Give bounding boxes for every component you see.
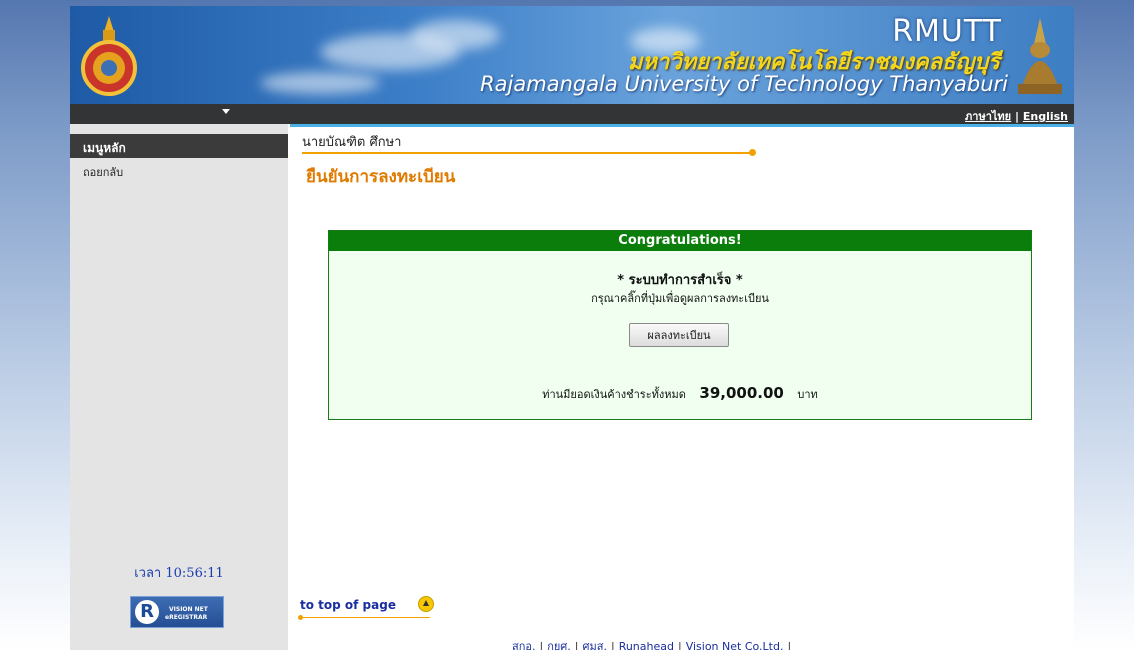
lang-thai-link[interactable]: ภาษาไทย — [965, 110, 1011, 123]
outstanding-balance: ท่านมียอดเงินค้างชำระทั้งหมด 39,000.00 บ… — [329, 384, 1031, 403]
clock-label: เวลา — [134, 566, 162, 581]
sidebar: เมนูหลัก ถอยกลับ เวลา 10:56:11 R VISION … — [70, 124, 288, 650]
crown-emblem-icon — [1018, 18, 1062, 94]
clock: เวลา 10:56:11 — [70, 562, 288, 583]
balance-label: ท่านมียอดเงินค้างชำระทั้งหมด — [542, 388, 686, 401]
language-switcher: ภาษาไทย | English — [965, 107, 1068, 125]
footer-link[interactable]: กยศ. — [547, 640, 571, 650]
panel-header: Congratulations! — [329, 231, 1031, 251]
footer-separator: | — [574, 640, 579, 650]
footer-separator: | — [787, 640, 792, 650]
vision-net-r-icon: R — [135, 600, 159, 624]
university-english-name: Rajamangala University of Technology Tha… — [480, 72, 1008, 96]
footer-links: สกอ. | กยศ. | ศมส. | Runahead | Vision Net Co.Lt… — [512, 637, 795, 650]
main-content: นายบัณฑิต ศึกษา ยืนยันการลงทะเบียน Congr… — [288, 127, 1074, 650]
dropdown-arrow-icon[interactable] — [222, 109, 230, 114]
cloud-decoration — [260, 72, 380, 94]
footer-link[interactable]: สกอ. — [512, 640, 535, 650]
university-banner: RMUTT มหาวิทยาลัยเทคโนโลยีราชมงคลธัญบุรี… — [70, 6, 1074, 104]
name-underline-dot — [749, 149, 756, 156]
vision-net-logo[interactable]: R VISION NET eREGISTRAR — [130, 596, 224, 628]
sidebar-item-back[interactable]: ถอยกลับ — [70, 160, 288, 180]
balance-unit: บาท — [797, 388, 818, 401]
page-title: ยืนยันการลงทะเบียน — [306, 167, 456, 187]
top-navigation-bar: ภาษาไทย | English — [70, 104, 1074, 124]
footer-separator: | — [539, 640, 544, 650]
view-registration-result-button[interactable]: ผลลงทะเบียน — [629, 323, 729, 347]
name-underline — [302, 152, 754, 154]
footer-link[interactable]: Vision Net Co.Ltd. — [686, 640, 784, 650]
university-seal-icon — [81, 16, 137, 96]
footer-link[interactable]: Runahead — [619, 640, 674, 650]
instruction-text: กรุณาคลิ๊กที่ปุ่มเพื่อดูผลการลงทะเบียน — [591, 292, 769, 305]
cloud-decoration — [410, 20, 500, 50]
student-name: นายบัณฑิต ศึกษา — [302, 135, 402, 150]
vision-net-logo-line2: eREGISTRAR — [165, 614, 208, 621]
arrow-up-icon[interactable] — [418, 596, 434, 612]
lang-english-link[interactable]: English — [1023, 110, 1068, 123]
congratulations-panel: Congratulations! * ระบบทำการสำเร็จ * กรุ… — [328, 230, 1032, 420]
balance-amount: 39,000.00 — [699, 384, 784, 402]
to-top-underline — [300, 617, 430, 618]
footer-separator: | — [610, 640, 615, 650]
vision-net-logo-line1: VISION NET — [169, 606, 208, 613]
lang-separator: | — [1014, 110, 1020, 123]
clock-time: 10:56:11 — [165, 566, 224, 581]
to-top-link[interactable]: to top of page — [300, 598, 396, 612]
footer-separator: | — [677, 640, 682, 650]
sidebar-menu-header: เมนูหลัก — [70, 134, 288, 158]
page-frame: RMUTT มหาวิทยาลัยเทคโนโลยีราชมงคลธัญบุรี… — [70, 6, 1074, 650]
footer-link[interactable]: ศมส. — [583, 640, 607, 650]
success-message: * ระบบทำการสำเร็จ * — [617, 273, 743, 288]
